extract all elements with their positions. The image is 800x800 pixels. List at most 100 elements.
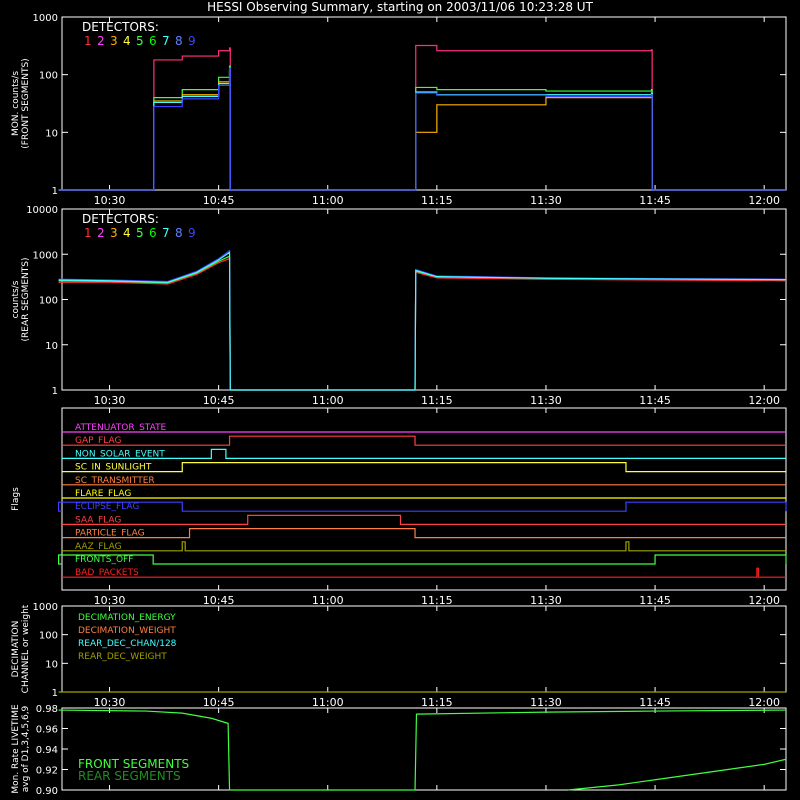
flag-line [62, 567, 786, 578]
flag-line [62, 448, 786, 459]
flags-panel-xtick-label: 10:30 [94, 594, 126, 607]
rear-panel-xtick-label: 11:15 [421, 394, 453, 407]
decimation-panel-xtick-label: 11:00 [312, 696, 344, 709]
rear-panel-legend-detector: 8 [175, 226, 183, 240]
front-panel-xtick-label: 11:00 [312, 194, 344, 207]
front-panel-xtick-label: 11:30 [530, 194, 562, 207]
decimation-panel-ytick-label: 1000 [33, 602, 58, 613]
rear-panel-legend-detector: 9 [188, 226, 196, 240]
front-panel-legend-title: DETECTORS: [82, 20, 159, 34]
front-panel-legend-detector: 8 [175, 34, 183, 48]
front-panel-xtick-label: 11:15 [421, 194, 453, 207]
front-panel-xtick-label: 11:45 [639, 194, 671, 207]
decimation-panel-ytick-label: 1 [52, 688, 58, 699]
decimation-panel-legend-entry: REAR_DEC_CHAN/128 [78, 639, 177, 649]
front-panel-series [58, 71, 786, 191]
rear-panel-legend-detector: 5 [136, 226, 144, 240]
rear-panel-legend-detector: 3 [110, 226, 118, 240]
livetime-panel-ylabel: avg of D1,3,4,5,6,9 [21, 705, 31, 792]
front-panel-ytick-label: 1000 [33, 13, 58, 24]
rear-panel-ytick-label: 1 [52, 386, 58, 397]
flags-panel-xtick-label: 11:15 [421, 594, 453, 607]
decimation-panel-legend-entry: DECIMATION_ENERGY [78, 613, 176, 623]
front-panel-legend-detector: 7 [162, 34, 170, 48]
rear-panel-ytick-label: 100 [39, 296, 58, 307]
livetime-panel-ylabel: Mon. Rate LIVETIME [11, 704, 21, 794]
rear-panel-legend-detector: 4 [123, 226, 131, 240]
front-panel-legend-detector: 1 [84, 34, 92, 48]
decimation-panel-ytick-label: 100 [39, 631, 58, 642]
front-panel-ylabel: (FRONT SEGMENTS) [21, 58, 31, 148]
decimation-panel-legend-entry: DECIMATION_WEIGHT [78, 626, 176, 636]
livetime-panel-ytick-label: 0.98 [36, 704, 58, 715]
decimation-panel-ytick-label: 10 [45, 659, 58, 670]
livetime-panel-series [567, 758, 787, 791]
flag-label: FRONTS_OFF [75, 555, 133, 565]
decimation-panel-xtick-label: 11:45 [639, 696, 671, 709]
flag-line [62, 435, 786, 446]
rear-panel-xtick-label: 11:30 [530, 394, 562, 407]
rear-panel-ylabel: counts/s [11, 280, 21, 318]
decimation-panel-xtick-label: 11:30 [530, 696, 562, 709]
flag-line [62, 541, 786, 552]
front-panel-xtick-label: 10:45 [203, 194, 235, 207]
rear-panel-series [58, 255, 787, 391]
flags-panel-xtick-label: 11:45 [639, 594, 671, 607]
flags-panel-ylabel: Flags [11, 487, 21, 511]
rear-panel-xtick-label: 11:00 [312, 394, 344, 407]
flags-panel-xtick-label: 10:45 [203, 594, 235, 607]
rear-panel-xtick-label: 10:30 [94, 394, 126, 407]
rear-panel-ytick-label: 1000 [33, 250, 58, 261]
rear-panel-legend-detector: 1 [84, 226, 92, 240]
rear-panel-xtick-label: 10:45 [203, 394, 235, 407]
flag-line [58, 501, 787, 512]
rear-panel-series [58, 249, 787, 391]
front-panel-legend-detector: 4 [123, 34, 131, 48]
flags-panel-frame [61, 407, 787, 591]
livetime-panel-ytick-label: 0.94 [36, 745, 58, 756]
decimation-panel-xtick-label: 10:30 [94, 696, 126, 709]
rear-panel-legend-detector: 7 [162, 226, 170, 240]
front-panel-ytick-label: 10 [45, 128, 58, 139]
flag-line [58, 554, 787, 565]
front-panel-legend-detector: 6 [149, 34, 157, 48]
front-panel-xtick-label: 12:00 [748, 194, 780, 207]
front-panel-legend-detector: 5 [136, 34, 144, 48]
rear-panel-xtick-label: 12:00 [748, 394, 780, 407]
decimation-panel-legend-entry: REAR_DEC_WEIGHT [78, 652, 167, 662]
flags-panel-xtick-label: 11:00 [312, 594, 344, 607]
flags-panel-xtick-label: 11:30 [530, 594, 562, 607]
flags-panel-xtick-label: 12:00 [748, 594, 780, 607]
front-panel-frame [61, 16, 787, 191]
hessi-summary: HESSI Observing Summary, starting on 200… [0, 0, 800, 800]
front-panel-xtick-label: 10:30 [94, 194, 126, 207]
rear-panel-legend-detector: 6 [149, 226, 157, 240]
flag-line [62, 514, 786, 525]
rear-panel-legend-detector: 2 [97, 226, 105, 240]
rear-panel-ytick-label: 10 [45, 341, 58, 352]
livetime-panel-legend-entry: REAR SEGMENTS [78, 769, 181, 783]
front-panel-series [58, 44, 786, 191]
rear-panel-legend-title: DETECTORS: [82, 212, 159, 226]
livetime-panel-ytick-label: 0.96 [36, 725, 58, 736]
decimation-panel-xtick-label: 11:15 [421, 696, 453, 709]
plot-canvas: 10:30 10:45 11:00 11:15 11:30 11:45 12:0011010… [11, 13, 787, 797]
front-panel-ytick-label: 1 [52, 186, 58, 197]
flag-line [62, 462, 786, 473]
flag-label: ECLIPSE_FLAG [75, 502, 139, 512]
rear-panel-ytick-label: 10000 [26, 205, 58, 216]
front-panel-ytick-label: 100 [39, 71, 58, 82]
front-panel-legend-detector: 3 [110, 34, 118, 48]
front-panel-series [58, 69, 786, 191]
decimation-panel-ylabel: DECIMATION [11, 621, 21, 678]
decimation-panel-ylabel: CHANNEL or weight [21, 604, 31, 693]
front-panel-legend-detector: 9 [188, 34, 196, 48]
front-panel-ylabel: MON. counts/s [11, 71, 21, 136]
decimation-panel-xtick-label: 10:45 [203, 696, 235, 709]
rear-panel-ylabel: (REAR SEGMENTS) [21, 257, 31, 341]
front-panel-series [58, 65, 786, 191]
front-panel-series [58, 67, 786, 191]
front-panel-legend-detector: 2 [97, 34, 105, 48]
rear-panel-xtick-label: 11:45 [639, 394, 671, 407]
flag-line [62, 528, 786, 539]
